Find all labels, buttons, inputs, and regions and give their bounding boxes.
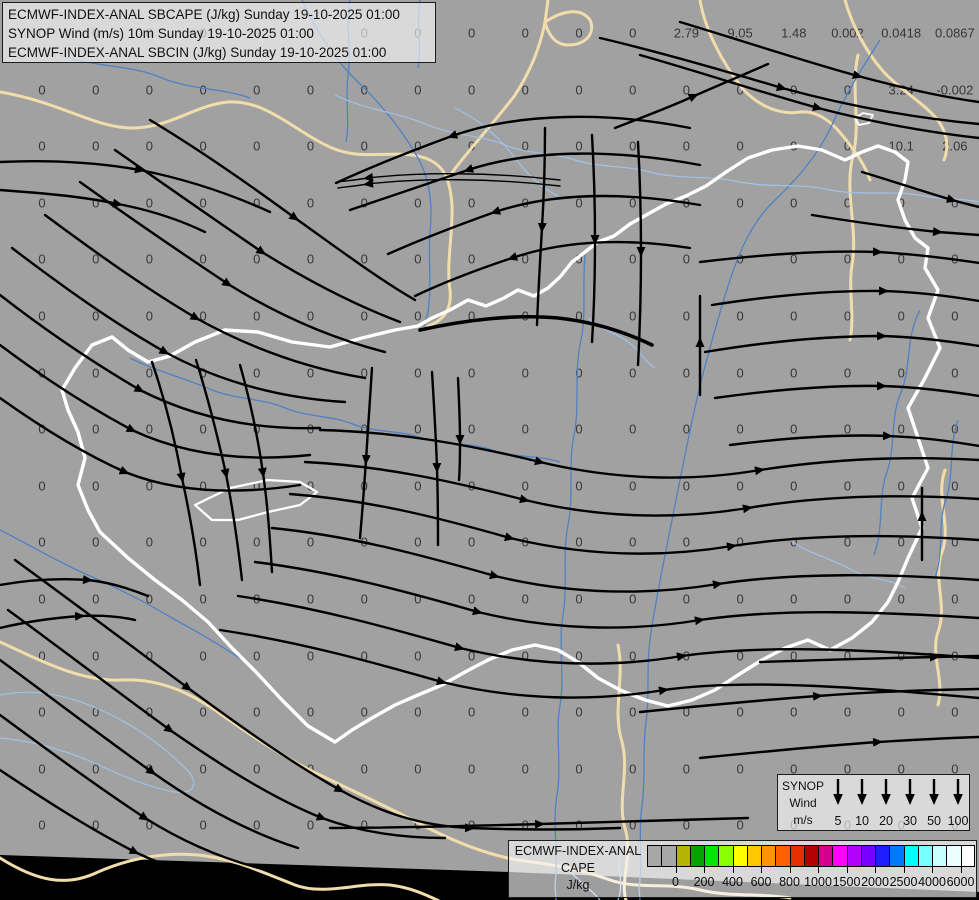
cape-color-cell [647,845,662,867]
cape-legend-label: CAPE [560,861,596,875]
title-line-sbcape: ECMWF-INDEX-ANAL SBCAPE (J/kg) Sunday 19… [8,7,400,22]
cape-color-cell [661,845,676,867]
cape-tick [903,867,905,873]
down-arrow-icon [905,779,915,805]
wind-speed-cell: 10 [850,778,874,827]
cape-color-cell [704,845,719,867]
map-vector-layer [0,0,979,900]
cape-color-cell [960,845,975,867]
cape-legend-panel: ECMWF-INDEX-ANAL CAPE J/kg 0 200 400 600 800… [508,840,977,898]
cape-tick [704,867,705,873]
down-arrow-icon [953,779,963,805]
cape-color-cell [732,845,747,867]
wind-speed-label: 30 [903,814,917,828]
cape-color-cell [917,845,932,867]
wind-speed-label: 20 [879,814,893,828]
title-line-sbcin: ECMWF-INDEX-ANAL SBCIN (J/kg) Sunday 19-… [8,45,387,60]
wind-speed-scale: 5 10 20 30 50 100 [824,778,972,827]
cape-color-cell [675,845,690,867]
cape-color-cell [789,845,804,867]
down-arrow-icon [857,779,867,805]
cape-legend-label: ECMWF-INDEX-ANAL [514,844,642,858]
cape-tick [846,867,848,873]
cape-legend-label: J/kg [566,878,590,892]
wind-legend-label: m/s [793,813,813,827]
down-arrow-icon [881,779,891,805]
cape-tick [818,867,819,873]
cape-legend-labels: ECMWF-INDEX-ANAL CAPE J/kg [513,843,643,894]
wind-speed-cell: 20 [874,778,898,827]
wind-speed-cell: 30 [898,778,922,827]
cape-color-cell [946,845,961,867]
cape-color-cell [889,845,904,867]
down-arrow-icon [833,779,843,805]
cape-color-cell [846,845,861,867]
wind-speed-label: 10 [855,814,869,828]
cape-tick [789,867,791,873]
cape-colorbar [647,845,975,867]
wind-speed-cell: 100 [946,778,970,827]
cape-tick [932,867,933,873]
cape-color-cell [803,845,818,867]
cape-color-cell [875,845,890,867]
wind-legend-label: SYNOP [782,779,825,793]
cape-color-cell [718,845,733,867]
wind-legend-label: Wind [789,796,817,810]
weather-map-canvas: 0000000000002.799.051.480.0020.04180.086… [0,0,979,900]
wind-speed-label: 100 [947,814,969,828]
cape-color-cell [746,845,761,867]
cape-tick [875,867,876,873]
cape-tick-label: 6000 [946,875,975,889]
wind-speed-label: 5 [834,814,842,828]
wind-speed-cell: 5 [826,778,850,827]
cape-color-cell [932,845,947,867]
cape-color-cell [903,845,918,867]
down-arrow-icon [929,779,939,805]
cape-tick [675,867,677,873]
cape-color-cell [818,845,833,867]
cape-color-cell [775,845,790,867]
cape-color-cell [832,845,847,867]
title-line-wind: SYNOP Wind (m/s) 10m Sunday 19-10-2025 0… [8,26,314,41]
cape-color-cell [689,845,704,867]
wind-speed-label: 50 [927,814,941,828]
cape-tick [732,867,734,873]
cape-color-cell [860,845,875,867]
wind-legend-labels: SYNOP Wind m/s [782,778,824,827]
title-panel: ECMWF-INDEX-ANAL SBCAPE (J/kg) Sunday 19… [2,2,436,63]
wind-streamlines [0,20,979,886]
cape-tick [960,867,962,873]
wind-speed-cell: 50 [922,778,946,827]
cape-tick [761,867,762,873]
hungary-border [60,112,942,744]
cape-color-cell [761,845,776,867]
wind-legend-panel: SYNOP Wind m/s 5 10 20 30 50 100 [777,774,970,831]
